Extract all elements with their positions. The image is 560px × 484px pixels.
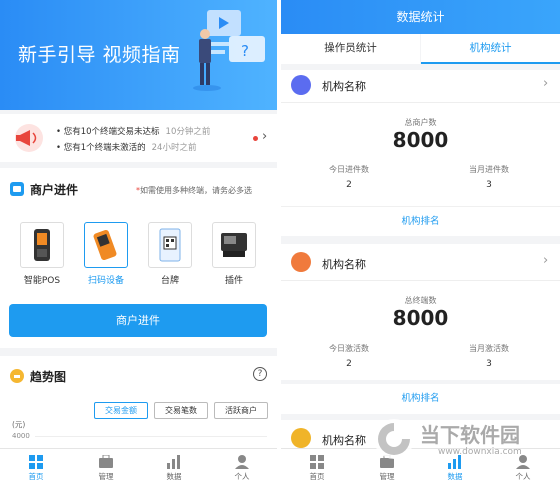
chip-trade-count[interactable]: 交易笔数 bbox=[154, 402, 208, 419]
tab-home[interactable]: 首页 bbox=[16, 449, 56, 484]
today-label: 今日激活数 bbox=[329, 344, 369, 353]
watermark-logo-icon bbox=[374, 419, 414, 459]
org-icon bbox=[291, 428, 311, 448]
chevron-right-icon[interactable]: › bbox=[543, 253, 548, 268]
today-value: 2 bbox=[346, 180, 352, 190]
megaphone-icon bbox=[15, 124, 43, 152]
tab-profile[interactable]: 个人 bbox=[222, 449, 262, 484]
qr-stand-icon bbox=[159, 228, 181, 262]
statistics-screen: 数据统计 操作员统计 机构统计 机构名称 › 总商户数 8000 今日进件数 当… bbox=[281, 0, 560, 484]
chevron-right-icon[interactable]: › bbox=[262, 129, 267, 144]
tab-org-stats[interactable]: 机构统计 bbox=[421, 34, 560, 64]
page-title: 数据统计 bbox=[281, 0, 560, 34]
merchant-section-title: 商户进件 bbox=[30, 183, 79, 197]
notice-item[interactable]: • 您有1个终端未激活的 24小时之前 bbox=[56, 141, 196, 153]
tab-label: 个人 bbox=[234, 472, 250, 481]
chip-active-merchants[interactable]: 活跃商户 bbox=[214, 402, 268, 419]
watermark-text: 当下软件园 bbox=[420, 423, 520, 447]
scanner-icon bbox=[93, 229, 117, 261]
merchant-note: *如需使用多种终端，请务必多选 bbox=[136, 185, 252, 196]
org-rank-link[interactable]: 机构排名 bbox=[281, 206, 560, 236]
notice-time: 10分钟之前 bbox=[165, 127, 211, 137]
tab-data[interactable]: 数据 bbox=[154, 449, 194, 484]
month-label: 当月激活数 bbox=[469, 344, 509, 353]
total-label: 总终端数 bbox=[404, 296, 437, 305]
chart-tick: 4000 bbox=[12, 432, 30, 440]
help-icon[interactable]: ? bbox=[253, 367, 267, 381]
tab-label: 数据 bbox=[447, 472, 463, 481]
today-label: 今日进件数 bbox=[329, 165, 369, 174]
total-label: 总商户数 bbox=[404, 118, 437, 127]
device-label: 插件 bbox=[224, 276, 243, 286]
tab-operator-stats[interactable]: 操作员统计 bbox=[281, 34, 420, 64]
tab-label: 首页 bbox=[28, 472, 44, 481]
trend-title: 趋势图 bbox=[30, 370, 67, 384]
device-label: 台牌 bbox=[160, 276, 179, 286]
note-text: 如需使用多种终端，请务必多选 bbox=[140, 186, 252, 195]
total-value: 8000 bbox=[392, 306, 449, 330]
banner-illustration: ? bbox=[193, 10, 265, 91]
notice-text: 您有10个终端交易未达标 bbox=[63, 127, 160, 137]
banner-title: 新手引导 视频指南 bbox=[18, 44, 181, 66]
watermark: 当下软件园 www.downxia.com bbox=[372, 415, 560, 463]
month-label: 当月进件数 bbox=[469, 165, 509, 174]
unread-dot bbox=[253, 136, 258, 141]
notice-time: 24小时之前 bbox=[151, 143, 197, 153]
month-value: 3 bbox=[486, 359, 492, 369]
home-screen: 新手引导 视频指南 ? • 您有10个终端交易未达标 10分钟之前 • 您有1个终… bbox=[0, 0, 277, 484]
tab-manage[interactable]: 管理 bbox=[86, 449, 126, 484]
today-value: 2 bbox=[346, 359, 352, 369]
month-value: 3 bbox=[486, 180, 492, 190]
home-grid-icon bbox=[29, 455, 43, 469]
device-option-scanner[interactable] bbox=[84, 222, 128, 268]
watermark-url: www.downxia.com bbox=[438, 447, 522, 457]
person-icon bbox=[235, 455, 249, 469]
bar-chart-icon bbox=[167, 455, 180, 469]
device-option-stand[interactable] bbox=[148, 222, 192, 268]
bottom-tab-bar: 首页 管理 数据 个人 bbox=[0, 448, 277, 484]
pos-terminal-icon bbox=[34, 229, 50, 261]
device-label: 扫码设备 bbox=[87, 276, 124, 286]
device-option-plugin[interactable] bbox=[212, 222, 256, 268]
home-grid-icon bbox=[310, 455, 324, 469]
tab-label: 首页 bbox=[309, 472, 325, 481]
org-icon bbox=[291, 252, 311, 272]
merchant-icon bbox=[10, 182, 24, 196]
merchant-onboard-button[interactable]: 商户进件 bbox=[9, 304, 267, 337]
divider bbox=[281, 280, 560, 281]
svg-text:?: ? bbox=[241, 42, 249, 60]
chart-unit: (元) bbox=[12, 420, 26, 429]
plugin-device-icon bbox=[221, 233, 247, 257]
org-icon bbox=[291, 75, 311, 95]
org-name: 机构名称 bbox=[322, 258, 366, 271]
org-name: 机构名称 bbox=[322, 80, 366, 93]
notice-text: 您有1个终端未激活的 bbox=[63, 143, 146, 153]
tab-label: 个人 bbox=[515, 472, 531, 481]
total-value: 8000 bbox=[392, 128, 449, 152]
notice-panel[interactable]: • 您有10个终端交易未达标 10分钟之前 • 您有1个终端未激活的 24小时之前 … bbox=[0, 114, 277, 162]
chart-gridline bbox=[35, 436, 267, 437]
tab-label: 数据 bbox=[166, 472, 182, 481]
device-option-smart-pos[interactable] bbox=[20, 222, 64, 268]
chip-trade-amount[interactable]: 交易金额 bbox=[94, 402, 148, 419]
notice-item[interactable]: • 您有10个终端交易未达标 10分钟之前 bbox=[56, 125, 210, 137]
org-rank-link[interactable]: 机构排名 bbox=[281, 384, 560, 414]
guide-banner[interactable]: 新手引导 视频指南 ? bbox=[0, 0, 277, 110]
briefcase-icon bbox=[99, 455, 113, 468]
chevron-right-icon[interactable]: › bbox=[543, 76, 548, 91]
tab-label: 管理 bbox=[379, 472, 395, 481]
tab-home[interactable]: 首页 bbox=[297, 449, 337, 484]
divider bbox=[281, 102, 560, 103]
org-name: 机构名称 bbox=[322, 434, 366, 447]
trend-icon bbox=[10, 369, 24, 383]
tab-label: 管理 bbox=[98, 472, 114, 481]
device-label: 智能POS bbox=[23, 276, 61, 286]
